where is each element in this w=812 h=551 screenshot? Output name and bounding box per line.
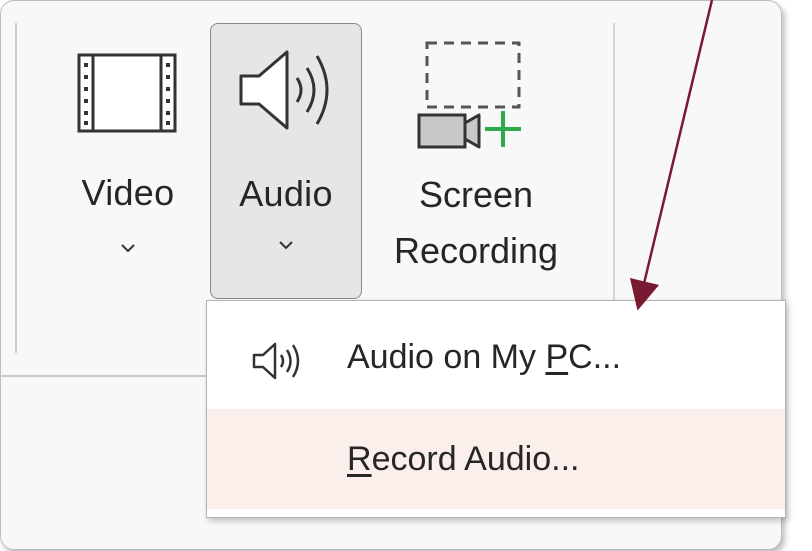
audio-dropdown-menu: Audio on My PC... Record Audio... [206, 300, 786, 518]
film-strip-icon [77, 53, 177, 138]
menu-item-record-audio[interactable]: Record Audio... [207, 409, 785, 509]
speaker-icon [251, 341, 313, 386]
video-button[interactable]: Video [63, 31, 193, 291]
screen-recording-label-line2: Recording [393, 230, 559, 271]
menu-item-label: Record Audio... [347, 440, 580, 478]
video-label: Video [81, 172, 175, 213]
screen-recording-label-line1: Screen [418, 174, 534, 215]
audio-button[interactable]: Audio [210, 23, 362, 299]
chevron-down-icon [279, 241, 293, 250]
speaker-icon [235, 40, 339, 145]
group-divider-left [15, 23, 17, 353]
menu-item-audio-on-my-pc[interactable]: Audio on My PC... [207, 311, 785, 407]
stage: Video Audio Screen Recording Audio on My… [0, 0, 812, 551]
menu-item-label: Audio on My PC... [347, 338, 622, 376]
screen-record-icon [411, 39, 541, 156]
access-key: R [347, 440, 372, 478]
screen-recording-button[interactable]: Screen Recording [371, 31, 581, 301]
access-key: P [545, 338, 569, 376]
audio-label: Audio [239, 173, 333, 214]
chevron-down-icon [121, 244, 135, 253]
